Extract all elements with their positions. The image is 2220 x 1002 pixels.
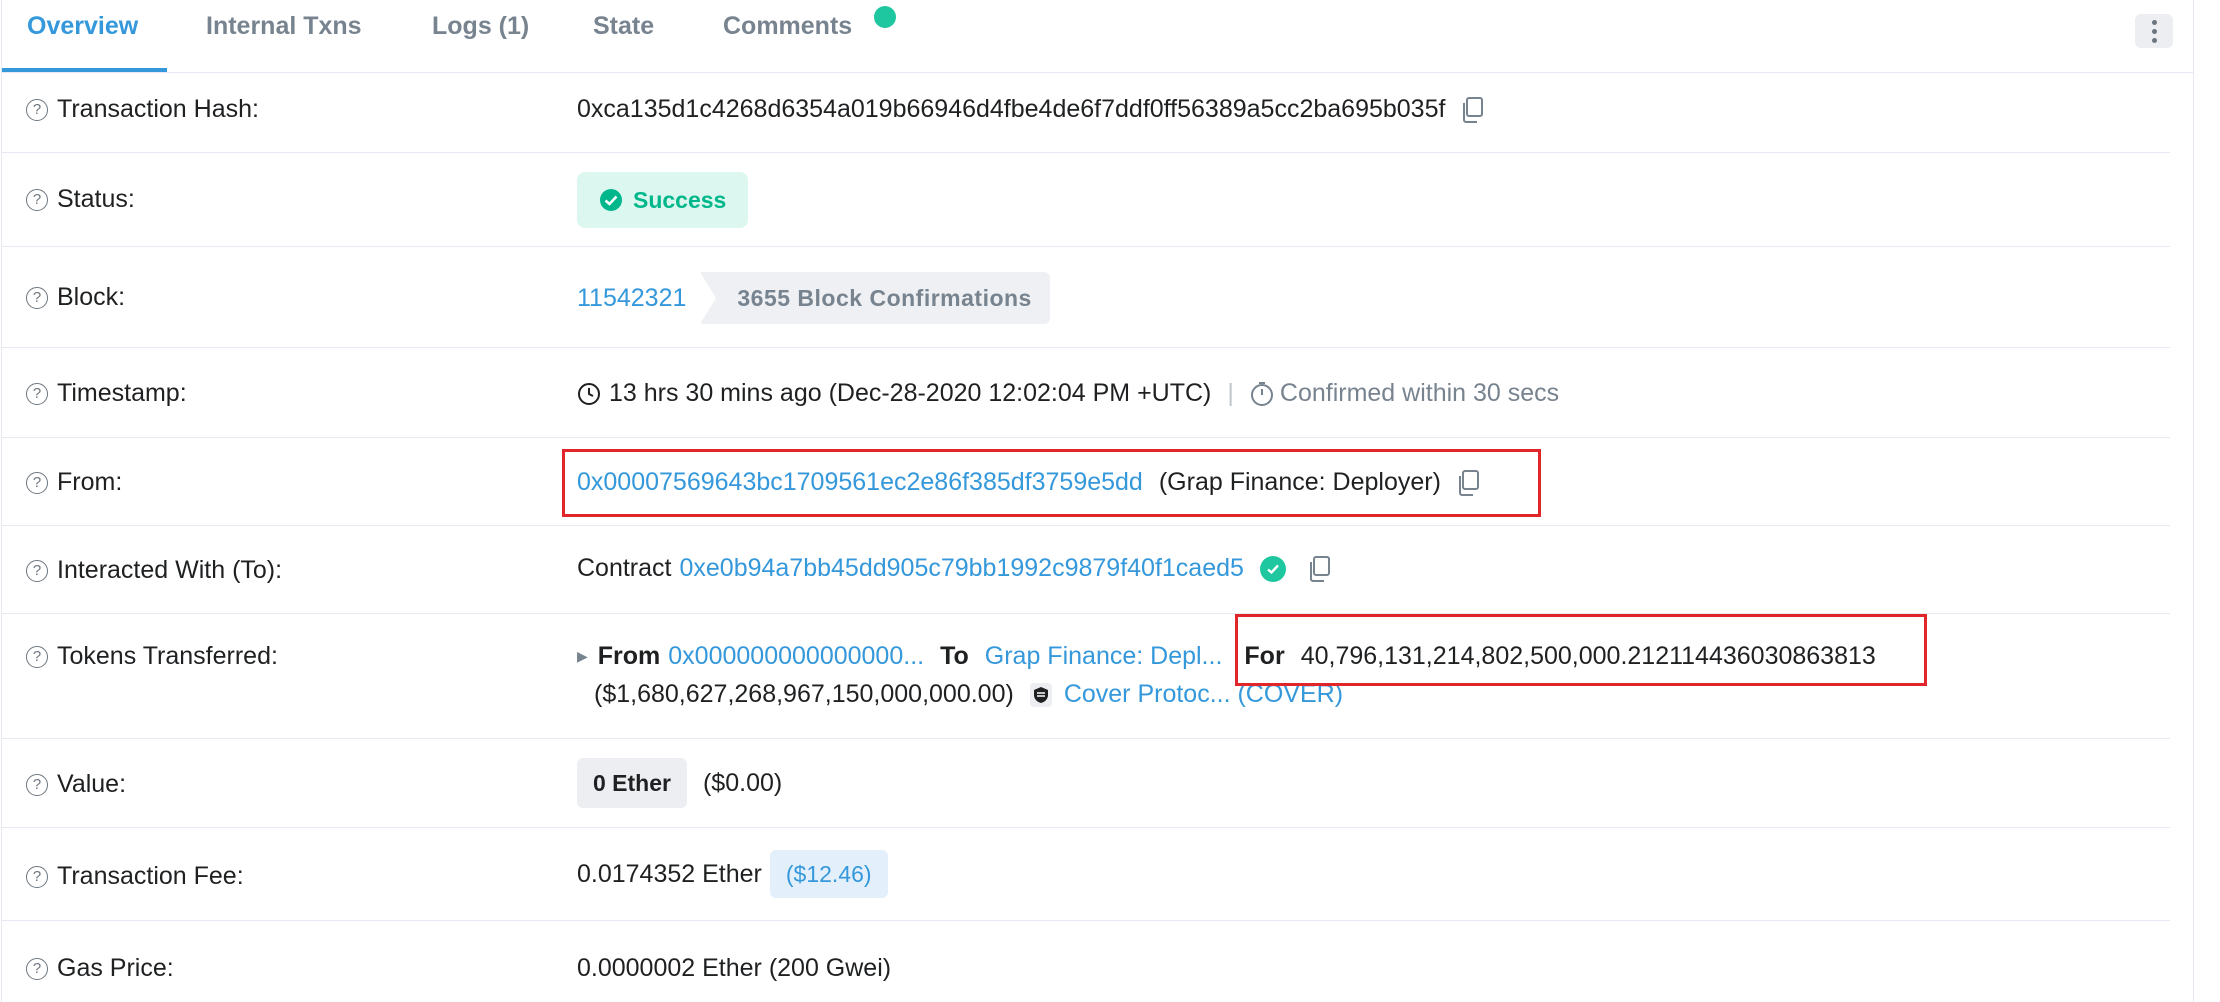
ether-value-badge: 0 Ether [577,758,687,808]
clock-icon [578,382,600,405]
tab-comments[interactable]: Comments [723,12,852,41]
tab-internal-txns[interactable]: Internal Txns [206,12,362,41]
help-icon[interactable]: ? [26,188,48,211]
tokens-transferred-label: Tokens Transferred: [57,642,278,670]
tab-logs[interactable]: Logs (1) [432,12,529,41]
amount-highlight-box [1235,614,1927,686]
row-interacted-with: ? Interacted With (To): Contract 0xe0b94… [2,526,2170,614]
comments-notification-dot [874,6,896,28]
help-icon[interactable]: ? [26,957,48,980]
row-from: ? From: 0x00007569643bc1709561ec2e86f385… [2,438,2170,526]
help-icon[interactable]: ? [26,471,48,494]
transaction-details-card: Overview Internal Txns Logs (1) State Co… [1,0,2194,1002]
transaction-fee-usd-badge[interactable]: ($12.46) [769,850,888,898]
value-label: Value: [57,770,127,798]
row-block: ? Block: 11542321 3655 Block Confirmatio… [2,247,2170,348]
tab-bar: Overview Internal Txns Logs (1) State Co… [2,0,2193,73]
row-gas-price: ? Gas Price: 0.0000002 Ether (200 Gwei) [2,921,2170,1002]
contract-address-link[interactable]: 0xe0b94a7bb45dd905c79bb1992c9879f40f1cae… [679,554,1243,583]
token-to-name-link[interactable]: Grap Finance: Depl... [985,642,1223,671]
row-transaction-hash: ? Transaction Hash: 0xca135d1c4268d6354a… [2,73,2170,153]
from-highlight-box [562,449,1541,517]
status-badge: Success [577,172,749,228]
token-usd-value: ($1,680,627,268,967,150,000,000.00) [594,680,1014,708]
block-confirmations-badge: 3655 Block Confirmations [700,272,1050,324]
help-icon[interactable]: ? [26,865,48,888]
row-timestamp: ? Timestamp: 13 hrs 30 mins ago (Dec-28-… [2,348,2170,438]
status-text: Success [633,186,727,213]
separator: | [1227,379,1234,407]
status-label: Status: [57,185,135,213]
caret-right-icon[interactable]: ▶ [577,648,588,665]
timestamp-value: 13 hrs 30 mins ago (Dec-28-2020 12:02:04… [609,379,1212,407]
token-from-label: From [597,642,661,670]
transaction-fee-value: 0.0174352 Ether [577,859,762,888]
gas-price-value: 0.0000002 Ether (200 Gwei) [577,954,892,982]
transaction-hash-value: 0xca135d1c4268d6354a019b66946d4fbe4de6f7… [577,95,1446,123]
token-to-label: To [940,642,969,670]
block-number-link[interactable]: 11542321 [577,284,686,313]
cover-token-icon [1029,682,1052,707]
row-tokens-transferred: ? Tokens Transferred: ▶ From 0x000000000… [2,614,2170,739]
token-from-address-link[interactable]: 0x000000000000000... [668,642,924,671]
contract-prefix: Contract [577,554,672,582]
check-circle-icon [600,189,622,211]
active-tab-indicator [2,68,167,72]
from-label: From: [57,468,123,496]
value-usd: ($0.00) [702,768,783,797]
gas-price-label: Gas Price: [57,954,174,982]
copy-icon[interactable] [1459,96,1485,124]
help-icon[interactable]: ? [26,559,48,582]
transaction-fee-label: Transaction Fee: [57,862,244,890]
copy-icon[interactable] [1306,555,1332,583]
row-status: ? Status: Success [2,153,2170,247]
help-icon[interactable]: ? [26,382,48,405]
tab-state[interactable]: State [593,12,654,41]
help-icon[interactable]: ? [26,286,48,309]
verified-check-icon [1259,555,1286,582]
tab-overview[interactable]: Overview [27,12,138,41]
transaction-hash-label: Transaction Hash: [57,95,259,123]
more-options-button[interactable] [2135,14,2173,48]
row-value: ? Value: 0 Ether ($0.00) [2,739,2170,828]
row-transaction-fee: ? Transaction Fee: 0.0174352 Ether ($12.… [2,828,2170,921]
timestamp-label: Timestamp: [57,379,187,407]
help-icon[interactable]: ? [26,98,48,121]
help-icon[interactable]: ? [26,645,48,668]
help-icon[interactable]: ? [26,773,48,796]
block-label: Block: [57,283,126,311]
confirmation-time: Confirmed within 30 secs [1279,379,1560,407]
interacted-with-label: Interacted With (To): [57,556,283,584]
stopwatch-icon [1250,381,1273,406]
